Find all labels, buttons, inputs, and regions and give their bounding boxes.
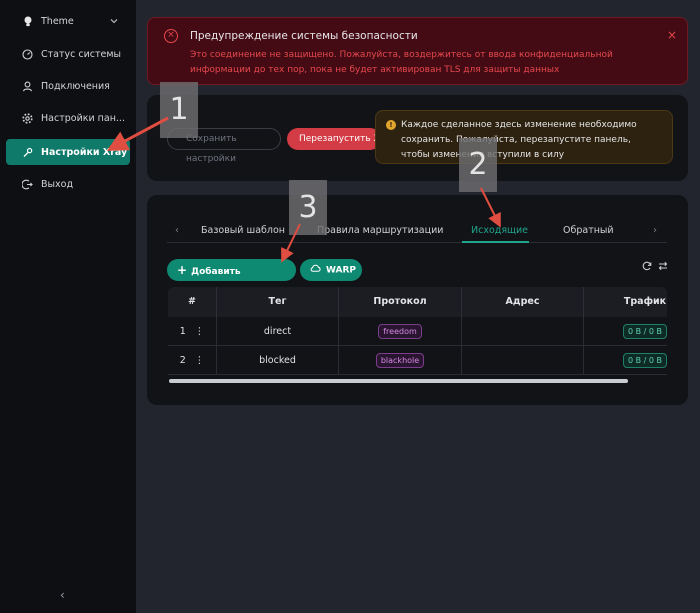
- protocol-badge: freedom: [378, 324, 422, 339]
- sidebar-item-status[interactable]: Статус системы: [6, 41, 130, 67]
- protocol-badge: blackhole: [375, 353, 425, 368]
- theme-menu[interactable]: Theme: [6, 8, 130, 34]
- table-row[interactable]: 1 ⋮ direct freedom 0 B / 0 B: [168, 317, 667, 346]
- row-number: 2 ⋮: [168, 346, 217, 375]
- chevron-down-icon: [110, 16, 118, 27]
- tab-scroll-left-icon[interactable]: ‹: [175, 225, 179, 236]
- row-number: 1 ⋮: [168, 317, 217, 346]
- tab-routing-rules[interactable]: Правила маршрутизации: [317, 225, 443, 236]
- sidebar-item-connections[interactable]: Подключения: [6, 73, 130, 99]
- dashboard-icon: [22, 48, 33, 60]
- theme-label: Theme: [41, 15, 74, 27]
- security-alert: × Предупреждение системы безопасности Эт…: [147, 17, 688, 85]
- tab-bar: ‹ Базовый шаблон Правила маршрутизации И…: [167, 217, 667, 243]
- more-vertical-icon[interactable]: ⋮: [195, 355, 205, 366]
- tab-outbounds[interactable]: Исходящие: [471, 225, 528, 236]
- swap-icon[interactable]: [658, 261, 668, 274]
- traffic-cell: 0 B / 0 B: [584, 346, 667, 375]
- close-icon[interactable]: ×: [667, 28, 677, 42]
- outbounds-card: ‹ Базовый шаблон Правила маршрутизации И…: [147, 195, 688, 405]
- add-outbound-button[interactable]: +Добавить исходящий: [167, 259, 296, 299]
- annotation-marker-3: 3: [289, 180, 327, 235]
- tag-cell: blocked: [217, 346, 339, 375]
- warp-button[interactable]: WARP: [300, 259, 362, 281]
- sidebar-item-panel-settings[interactable]: Настройки пан...: [6, 105, 130, 131]
- bulb-icon: [22, 16, 33, 27]
- traffic-badge: 0 B / 0 B: [622, 324, 667, 339]
- outbounds-table: # Тег Протокол Адрес Трафик 1 ⋮ direct f…: [168, 287, 667, 377]
- table-horizontal-scrollbar[interactable]: [169, 379, 628, 383]
- tool-icon: [22, 147, 33, 158]
- annotation-marker-2: 2: [459, 138, 497, 192]
- sidebar-item-label: Статус системы: [41, 48, 122, 60]
- col-traffic: Трафик: [623, 296, 667, 307]
- protocol-cell: blackhole: [339, 346, 462, 375]
- tooltip-text: Каждое сделанное здесь изменение необход…: [401, 120, 637, 160]
- warning-icon: !: [386, 120, 396, 130]
- tab-base-template[interactable]: Базовый шаблон: [201, 225, 285, 236]
- sidebar-item-label: Подключения: [41, 80, 110, 92]
- table-header: # Тег Протокол Адрес Трафик: [168, 287, 667, 317]
- sidebar-item-logout[interactable]: Выход: [6, 171, 130, 197]
- traffic-cell: 0 B / 0 B: [584, 317, 667, 346]
- traffic-badge: 0 B / 0 B: [622, 353, 667, 368]
- tab-reverse[interactable]: Обратный: [563, 225, 614, 236]
- col-tag: Тег: [217, 287, 339, 317]
- sidebar-item-label: Выход: [41, 178, 74, 190]
- tab-scroll-right-icon[interactable]: ›: [653, 225, 657, 236]
- warp-label: WARP: [326, 265, 357, 276]
- address-cell: [462, 317, 584, 346]
- plus-icon: +: [177, 263, 188, 277]
- address-cell: [462, 346, 584, 375]
- sidebar-item-label: Настройки пан...: [41, 112, 125, 124]
- gear-icon: [22, 112, 33, 124]
- alert-title: Предупреждение системы безопасности: [190, 30, 418, 42]
- row-index: 1: [179, 326, 186, 337]
- save-warning-tooltip: ! Каждое сделанное здесь изменение необх…: [375, 110, 673, 164]
- refresh-icon[interactable]: [642, 261, 652, 274]
- error-circle-icon: ×: [164, 29, 178, 43]
- row-index: 2: [179, 355, 186, 366]
- active-tab-indicator: [462, 241, 529, 243]
- protocol-cell: freedom: [339, 317, 462, 346]
- restart-xray-button[interactable]: Перезапустить Xray: [287, 128, 381, 150]
- table-row[interactable]: 2 ⋮ blocked blackhole 0 B / 0 B: [168, 346, 667, 375]
- user-icon: [22, 81, 33, 92]
- sidebar: Theme Статус системы Подключения Настрой…: [0, 0, 136, 613]
- col-address: Адрес: [462, 287, 584, 317]
- col-num: #: [168, 287, 217, 317]
- collapse-sidebar-button[interactable]: ‹: [60, 588, 65, 602]
- logout-icon: [22, 179, 33, 190]
- cloud-icon: [310, 259, 321, 281]
- tag-cell: direct: [217, 317, 339, 346]
- col-protocol: Протокол: [339, 287, 462, 317]
- sidebar-item-xray-settings[interactable]: Настройки Xray: [6, 139, 130, 165]
- more-vertical-icon[interactable]: ⋮: [195, 326, 205, 337]
- annotation-marker-1: 1: [160, 82, 198, 138]
- alert-body: Это соединение не защищено. Пожалуйста, …: [190, 50, 613, 75]
- sidebar-item-label: Настройки Xray: [41, 146, 128, 158]
